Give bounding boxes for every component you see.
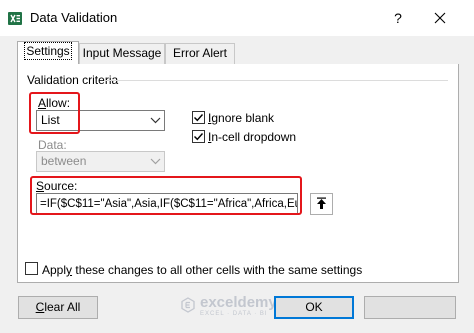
- cancel-button[interactable]: [364, 296, 456, 319]
- exceldemy-logo-icon: [181, 297, 195, 313]
- ignore-blank-checkbox[interactable]: [192, 111, 205, 124]
- close-icon: [434, 12, 446, 24]
- tab-error-alert[interactable]: Error Alert: [165, 43, 235, 64]
- tab-settings-label: Settings: [24, 42, 72, 60]
- apply-all-checkbox[interactable]: [25, 262, 38, 275]
- in-cell-dropdown-label: In-cell dropdown: [208, 130, 297, 144]
- chevron-down-icon: [147, 111, 164, 130]
- help-button[interactable]: ?: [386, 8, 410, 28]
- data-dropdown[interactable]: between: [36, 151, 165, 172]
- upload-arrow-icon: [317, 197, 326, 209]
- watermark-name: exceldemy: [200, 294, 277, 311]
- close-button[interactable]: [428, 8, 452, 28]
- data-dropdown-value: between: [41, 154, 87, 168]
- source-highlight-box: [30, 176, 302, 215]
- checkmark-icon: [194, 133, 204, 141]
- ignore-blank-label: Ignore blank: [208, 111, 275, 125]
- allow-highlight-box: [29, 92, 80, 134]
- checkmark-icon: [194, 114, 204, 122]
- excel-app-icon: [8, 12, 22, 25]
- chevron-down-icon: [147, 152, 164, 171]
- data-label: Data:: [38, 138, 67, 152]
- watermark-tagline: EXCEL · DATA · BI: [200, 311, 268, 317]
- tab-error-alert-label: Error Alert: [172, 46, 227, 60]
- tab-settings[interactable]: Settings: [17, 41, 79, 64]
- groupbox-divider: [104, 80, 448, 81]
- in-cell-dropdown-checkbox[interactable]: [192, 130, 205, 143]
- collapse-dialog-button[interactable]: [310, 193, 333, 215]
- clear-all-button[interactable]: Clear All: [18, 296, 98, 319]
- settings-panel: [17, 64, 459, 283]
- window-title: Data Validation: [30, 10, 118, 25]
- apply-all-label: Apply these changes to all other cells w…: [42, 263, 363, 277]
- tab-input-message[interactable]: Input Message: [79, 43, 165, 64]
- ok-button[interactable]: OK: [274, 296, 354, 319]
- tab-input-message-label: Input Message: [82, 46, 162, 60]
- help-icon: ?: [394, 10, 402, 26]
